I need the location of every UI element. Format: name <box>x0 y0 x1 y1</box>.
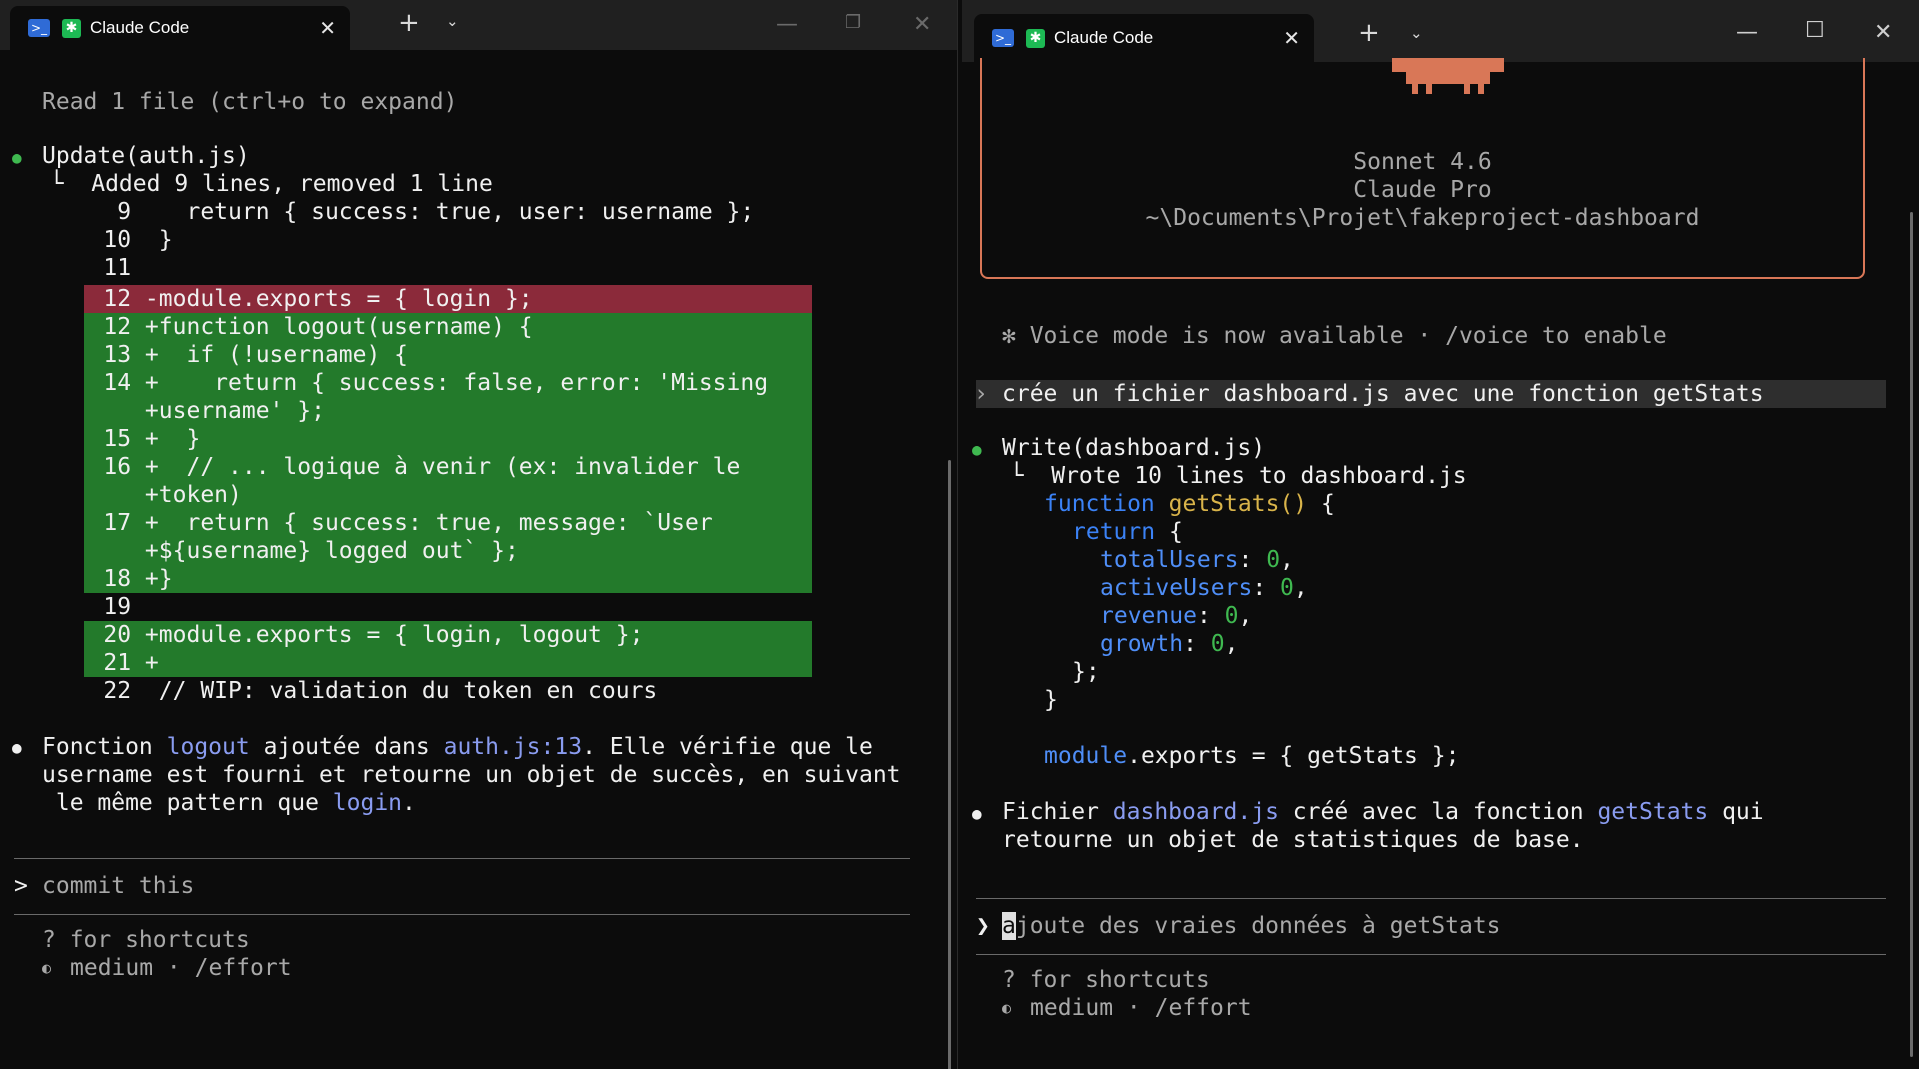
text-cursor: a <box>1002 912 1016 940</box>
diff-line: 19 <box>48 594 132 620</box>
tab-title: Claude Code <box>1054 28 1154 47</box>
terminal-output: Sonnet 4.6 Claude Pro ~\Documents\Projet… <box>962 58 1919 1069</box>
code-line: totalUsers: 0, <box>1100 547 1294 573</box>
close-tab-icon[interactable]: ✕ <box>1283 28 1300 48</box>
tab-title: Claude Code <box>90 18 190 37</box>
file-ref: auth.js:13 <box>443 734 583 760</box>
diff-line-added: 20 +module.exports = { login, logout }; <box>48 622 644 648</box>
code-ref: getStats <box>1597 799 1709 825</box>
minimize-button[interactable]: — <box>776 12 798 37</box>
scrollbar[interactable] <box>948 460 951 1069</box>
close-window-button[interactable]: ✕ <box>913 12 931 37</box>
prompt-symbol: ❯ <box>976 913 990 939</box>
effort-status: medium · /effort <box>1030 995 1252 1021</box>
code-line: module.exports = { getStats }; <box>1044 743 1460 769</box>
diff-line-added: +username' }; <box>48 398 325 424</box>
close-window-button[interactable]: ✕ <box>1874 20 1892 45</box>
right-terminal-window: >_ ✱ Claude Code ✕ + ⌄ — ☐ ✕ Sonnet 4.6 … <box>962 0 1919 1069</box>
assistant-bullet-icon: ● <box>972 804 982 823</box>
voice-notice: ✻ Voice mode is now available · /voice t… <box>1002 323 1667 349</box>
diff-line-added: 18 +} <box>48 566 173 592</box>
tab-dropdown-icon[interactable]: ⌄ <box>1410 24 1423 42</box>
divider <box>14 858 910 859</box>
claude-code-icon: ✱ <box>62 18 81 38</box>
tab-dropdown-icon[interactable]: ⌄ <box>446 12 459 30</box>
left-terminal-window: >_ ✱ Claude Code ✕ + ⌄ — ❐ ✕ Read 1 file… <box>0 0 958 1069</box>
code-line: activeUsers: 0, <box>1100 575 1308 601</box>
title-bar: >_ ✱ Claude Code ✕ + ⌄ — ☐ ✕ <box>962 0 1919 62</box>
working-directory: ~\Documents\Projet\fakeproject-dashboard <box>1145 205 1700 231</box>
tab-claude-code[interactable]: >_ ✱ Claude Code ✕ <box>974 14 1314 62</box>
effort-status: medium · /effort <box>70 955 292 981</box>
diff-line-added: 15 + } <box>48 426 201 452</box>
tool-call-title: Update(auth.js) <box>42 143 250 169</box>
prompt-input[interactable]: ajoute des vraies données à getStats <box>1002 912 1501 940</box>
code-line: return { <box>1072 519 1183 545</box>
status-dot-icon: ● <box>12 148 22 167</box>
diff-line-added: +token) <box>48 482 242 508</box>
tool-call-title: Write(dashboard.js) <box>1002 435 1266 461</box>
prompt-input[interactable]: commit this <box>42 872 194 900</box>
prompt-symbol: > <box>14 873 28 899</box>
divider <box>976 954 1886 955</box>
powershell-icon: >_ <box>992 29 1014 47</box>
diff-line: 9 return { success: true, user: username… <box>48 199 755 225</box>
file-ref: dashboard.js <box>1112 799 1279 825</box>
code-line: growth: 0, <box>1100 631 1239 657</box>
code-line: revenue: 0, <box>1100 603 1253 629</box>
tool-call-result: └ Wrote 10 lines to dashboard.js <box>982 463 1467 489</box>
code-ref: logout <box>166 734 250 760</box>
plan-name: Claude Pro <box>1353 177 1492 203</box>
assistant-bullet-icon: ● <box>12 738 22 757</box>
model-name: Sonnet 4.6 <box>1353 149 1492 175</box>
claude-code-icon: ✱ <box>1026 28 1045 48</box>
diff-line-added: 17 + return { success: true, message: `U… <box>48 510 713 536</box>
user-message: crée un fichier dashboard.js avec une fo… <box>1002 381 1764 407</box>
diff-line: 11 <box>48 255 132 281</box>
diff-line-added: 13 + if (!username) { <box>48 342 409 368</box>
diff-line-removed: 12 -module.exports = { login }; <box>48 286 533 312</box>
code-line: function getStats() { <box>1044 491 1335 517</box>
status-dot-icon: ● <box>972 440 982 459</box>
assistant-summary-line3: le même pattern que login. <box>42 790 416 816</box>
diff-line-added: 21 + <box>48 650 159 676</box>
welcome-box: Sonnet 4.6 Claude Pro ~\Documents\Projet… <box>980 58 1865 279</box>
diff-line-added: +${username} logged out` }; <box>48 538 519 564</box>
diff-line-added: 14 + return { success: false, error: 'Mi… <box>48 370 769 396</box>
diff-line: 22 // WIP: validation du token en cours <box>48 678 658 704</box>
code-line: }; <box>1072 659 1100 685</box>
new-tab-button[interactable]: + <box>398 8 420 38</box>
terminal-output: Read 1 file (ctrl+o to expand) ● Update(… <box>0 50 957 1069</box>
tool-call-result: └ Added 9 lines, removed 1 line <box>22 171 493 197</box>
shortcuts-hint: ? for shortcuts <box>1002 967 1210 993</box>
title-bar: >_ ✱ Claude Code ✕ + ⌄ — ❐ ✕ <box>0 0 957 50</box>
user-message-symbol: › <box>974 381 988 407</box>
divider <box>14 914 910 915</box>
assistant-summary-line1: Fonction logout ajoutée dans auth.js:13.… <box>42 734 873 760</box>
effort-icon: ◐ <box>1002 999 1012 1017</box>
assistant-summary-line2: username est fourni et retourne un objet… <box>42 762 901 788</box>
prompt-placeholder: joute des vraies données à getStats <box>1015 913 1501 939</box>
maximize-button[interactable]: ❐ <box>845 12 861 33</box>
assistant-summary-line2: retourne un objet de statistiques de bas… <box>1002 827 1584 853</box>
read-file-status: Read 1 file (ctrl+o to expand) <box>42 89 458 115</box>
divider <box>976 898 1886 899</box>
powershell-icon: >_ <box>28 19 50 37</box>
maximize-button[interactable]: ☐ <box>1805 18 1825 43</box>
diff-line: 10 } <box>48 227 173 253</box>
code-line: } <box>1044 687 1058 713</box>
tab-claude-code[interactable]: >_ ✱ Claude Code ✕ <box>10 6 350 50</box>
scrollbar[interactable] <box>1910 212 1913 1057</box>
diff-line-added: 16 + // ... logique à venir (ex: invalid… <box>48 454 741 480</box>
claude-mascot-icon <box>1392 58 1504 94</box>
new-tab-button[interactable]: + <box>1358 18 1380 48</box>
shortcuts-hint: ? for shortcuts <box>42 927 250 953</box>
code-ref: login <box>332 790 403 816</box>
close-tab-icon[interactable]: ✕ <box>319 18 336 38</box>
diff-line-added: 12 +function logout(username) { <box>48 314 533 340</box>
assistant-summary-line1: Fichier dashboard.js créé avec la foncti… <box>1002 799 1764 825</box>
minimize-button[interactable]: — <box>1736 20 1758 45</box>
effort-icon: ◐ <box>42 959 52 977</box>
